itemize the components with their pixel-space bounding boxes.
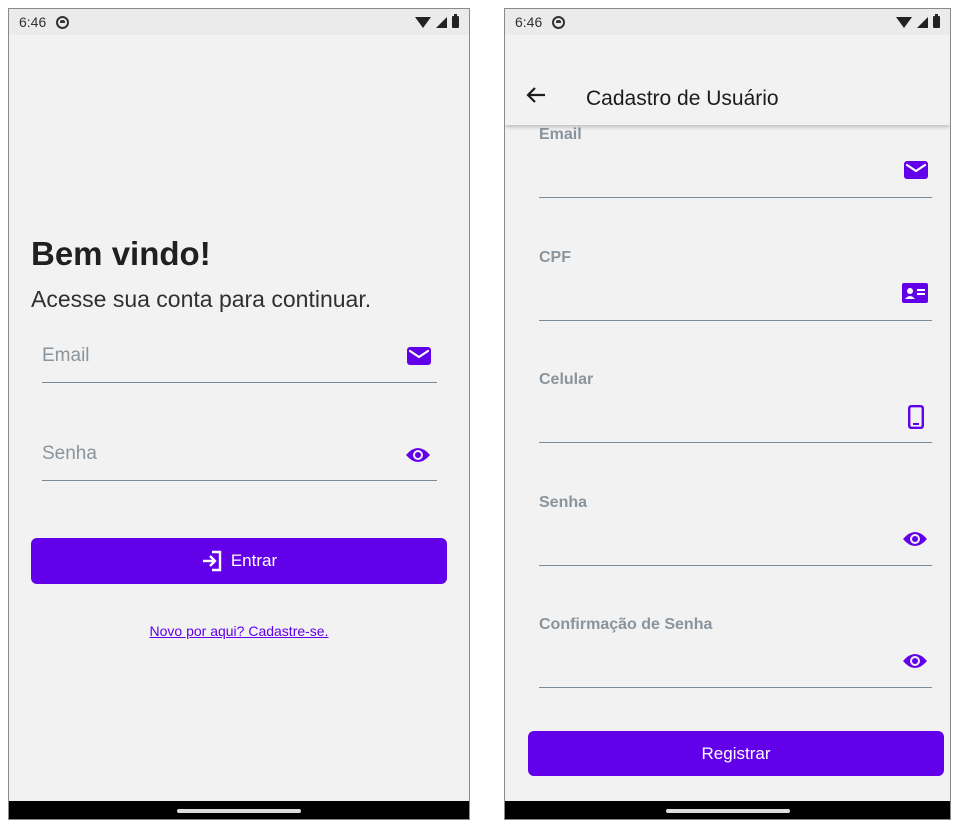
wifi-icon bbox=[415, 16, 431, 28]
status-time: 6:46 bbox=[19, 14, 47, 30]
signal-icon bbox=[917, 16, 928, 28]
system-icons bbox=[896, 14, 940, 28]
home-gesture-handle[interactable] bbox=[177, 809, 301, 813]
envelope-icon bbox=[904, 160, 928, 180]
navigation-bar bbox=[505, 801, 950, 819]
password-field[interactable]: Senha bbox=[42, 435, 437, 481]
cpf-field[interactable]: CPF bbox=[539, 249, 932, 321]
register-button-label: Registrar bbox=[701, 743, 771, 763]
login-button[interactable]: Entrar bbox=[31, 538, 447, 584]
password-field[interactable]: Senha bbox=[539, 494, 932, 566]
phone-label: Celular bbox=[539, 371, 594, 388]
password-placeholder: Senha bbox=[42, 443, 97, 464]
system-icons bbox=[415, 14, 459, 28]
envelope-icon bbox=[407, 346, 431, 371]
notification-icon bbox=[56, 15, 70, 29]
wifi-icon bbox=[896, 16, 912, 28]
welcome-subtitle: Acesse sua conta para continuar. bbox=[31, 286, 372, 312]
status-bar: 6:46 bbox=[9, 9, 469, 35]
email-field[interactable]: Email bbox=[539, 126, 932, 198]
phone-field[interactable]: Celular bbox=[539, 371, 932, 443]
register-screen: 6:46 Cadastro de Usuário Email CPF Celul… bbox=[504, 8, 951, 820]
login-screen: 6:46 Bem vindo! Acesse sua conta para co… bbox=[8, 8, 470, 820]
home-gesture-handle[interactable] bbox=[665, 809, 790, 813]
email-label: Email bbox=[539, 126, 582, 143]
welcome-title: Bem vindo! bbox=[31, 235, 211, 272]
login-button-label: Entrar bbox=[230, 551, 278, 570]
app-bar: Cadastro de Usuário bbox=[505, 35, 950, 125]
page-title: Cadastro de Usuário bbox=[586, 87, 779, 110]
eye-icon[interactable] bbox=[405, 446, 431, 469]
status-time: 6:46 bbox=[515, 14, 543, 30]
confirm-password-field[interactable]: Confirmação de Senha bbox=[539, 616, 932, 688]
eye-icon[interactable] bbox=[902, 530, 928, 548]
battery-icon bbox=[933, 14, 940, 28]
battery-icon bbox=[452, 14, 459, 28]
id-card-icon bbox=[902, 283, 928, 303]
navigation-bar bbox=[9, 801, 469, 819]
password-label: Senha bbox=[539, 494, 588, 511]
login-icon bbox=[201, 550, 223, 572]
arrow-left-icon[interactable] bbox=[525, 85, 547, 105]
smartphone-icon bbox=[908, 405, 924, 429]
signal-icon bbox=[436, 16, 447, 28]
signup-link[interactable]: Novo por aqui? Cadastre-se. bbox=[9, 623, 469, 639]
status-bar: 6:46 bbox=[505, 9, 950, 35]
confirm-password-label: Confirmação de Senha bbox=[539, 616, 713, 633]
register-button[interactable]: Registrar bbox=[528, 731, 944, 776]
email-field[interactable]: Email bbox=[42, 337, 437, 383]
notification-icon bbox=[552, 15, 566, 29]
cpf-label: CPF bbox=[539, 249, 571, 266]
eye-icon[interactable] bbox=[902, 652, 928, 670]
email-placeholder: Email bbox=[42, 345, 90, 366]
